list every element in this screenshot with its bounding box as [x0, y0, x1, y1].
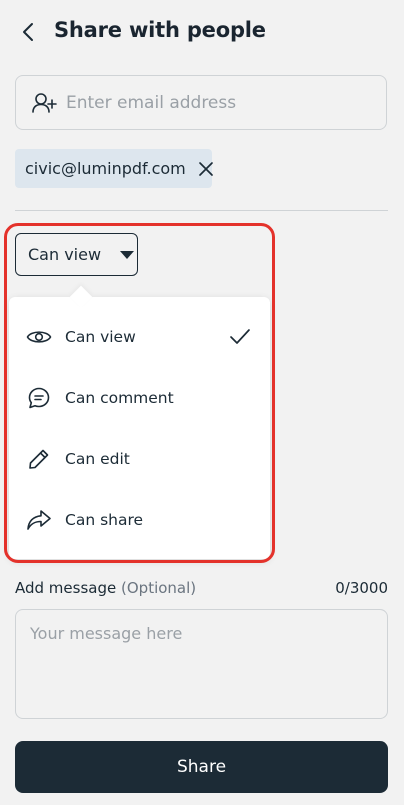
menu-item-can-view[interactable]: Can view [9, 306, 270, 367]
menu-item-label: Can comment [65, 388, 174, 407]
message-label: Add message (Optional) [15, 579, 196, 597]
menu-item-can-comment[interactable]: Can comment [9, 367, 270, 428]
permission-dropdown[interactable]: Can view [15, 233, 138, 276]
share-arrow-icon [25, 506, 53, 534]
menu-item-label: Can edit [65, 449, 130, 468]
divider [15, 210, 388, 211]
recipient-chip: civic@luminpdf.com [15, 149, 214, 188]
email-field[interactable] [15, 75, 387, 130]
close-icon [198, 161, 213, 176]
permission-menu: Can view Can comment Can edit Can share [9, 285, 270, 559]
pencil-icon [25, 445, 53, 473]
message-char-count: 0/3000 [335, 579, 388, 597]
message-textarea[interactable] [15, 609, 388, 719]
recipient-email: civic@luminpdf.com [25, 159, 186, 178]
email-input[interactable] [64, 91, 368, 114]
chevron-left-icon [23, 23, 33, 41]
page-title: Share with people [54, 18, 266, 42]
caret-down-icon [119, 249, 135, 261]
back-button[interactable] [14, 18, 42, 46]
menu-item-can-share[interactable]: Can share [9, 489, 270, 550]
menu-item-can-edit[interactable]: Can edit [9, 428, 270, 489]
permission-selected-label: Can view [28, 245, 102, 264]
menu-item-label: Can share [65, 510, 144, 529]
check-icon [230, 329, 250, 344]
header: Share with people [0, 0, 404, 64]
add-user-icon [30, 89, 58, 117]
message-label-text: Add message [15, 579, 117, 597]
message-optional-text: (Optional) [121, 579, 197, 597]
menu-pointer [69, 285, 93, 309]
menu-item-label: Can view [65, 327, 136, 346]
comment-icon [25, 384, 53, 412]
eye-icon [25, 323, 53, 351]
share-button[interactable]: Share [15, 741, 388, 793]
remove-recipient-button[interactable] [198, 158, 214, 180]
